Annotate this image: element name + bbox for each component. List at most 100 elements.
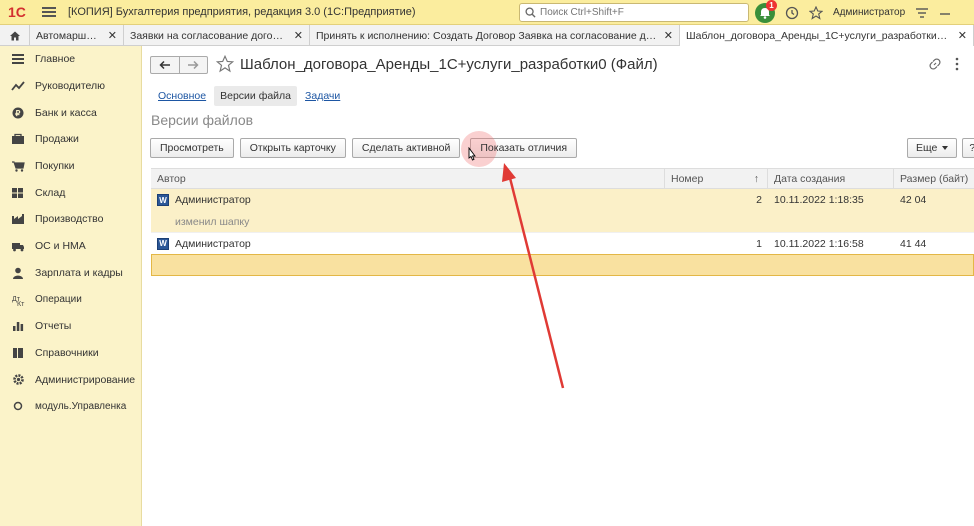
make-active-button[interactable]: Сделать активной — [351, 138, 461, 158]
tab-accept-for-execution[interactable]: Принять к исполнению: Создать Договор За… — [310, 25, 680, 46]
tab-tasks[interactable]: Задачи — [305, 90, 340, 102]
coin-icon: ₽ — [10, 106, 26, 120]
word-file-icon: W — [157, 237, 169, 250]
sidebar-item-catalogs[interactable]: Справочники — [0, 340, 141, 367]
tab-contract-requests[interactable]: Заявки на согласование договоров ✕ — [124, 25, 310, 46]
row-number: 1 — [756, 237, 762, 250]
show-diff-label: Показать отличия — [480, 142, 568, 154]
versions-table: Автор Номер ↑ Дата создания Размер (байт… — [151, 168, 974, 276]
document-form: Шаблон_договора_Аренды_1С+услуги_разрабо… — [142, 46, 974, 526]
table-row[interactable]: W Администратор 1 10.11.2022 1:16:58 41 4… — [151, 232, 974, 254]
sidebar-item-module-management[interactable]: модуль.Управленка — [0, 393, 141, 420]
sidebar-item-purchases[interactable]: Покупки — [0, 153, 141, 180]
vertical-dots-icon[interactable] — [954, 57, 960, 74]
sidebar-item-manager[interactable]: Руководителю — [0, 73, 141, 100]
more-label: Еще — [916, 142, 938, 154]
sort-ascending-icon: ↑ — [753, 172, 759, 185]
column-header-size[interactable]: Размер (байт) — [894, 169, 974, 188]
row-author: Администратор — [175, 237, 251, 250]
table-row-empty-selected[interactable] — [151, 254, 974, 276]
current-user[interactable]: Администратор — [833, 7, 905, 18]
sidebar-item-reports[interactable]: Отчеты — [0, 313, 141, 340]
open-card-button[interactable]: Открыть карточку — [239, 138, 346, 158]
basket-icon — [10, 159, 26, 173]
tab-automarshruty[interactable]: Автомаршруты✕ — [30, 25, 124, 46]
chevron-down-icon — [942, 146, 949, 150]
home-icon — [9, 31, 20, 40]
search-icon — [525, 7, 536, 18]
svg-text:1C: 1C — [8, 4, 26, 20]
versions-toolbar: Просмотреть Открыть карточку Сделать акт… — [150, 131, 583, 167]
bar-chart-icon — [10, 319, 26, 333]
main-menu-icon[interactable] — [42, 5, 56, 19]
svg-text:Кт: Кт — [17, 301, 25, 306]
sections-sidebar: Главное Руководителю ₽ Банк и касса Прод… — [0, 46, 142, 526]
column-header-number[interactable]: Номер ↑ — [665, 169, 768, 188]
home-tab[interactable] — [0, 25, 30, 46]
help-label: ? — [969, 142, 974, 154]
form-subtabs: Основное Версии файла Задачи — [158, 86, 348, 106]
sidebar-item-warehouse[interactable]: Склад — [0, 179, 141, 206]
show-diff-button[interactable]: Показать отличия — [461, 131, 578, 167]
menu-icon — [10, 52, 26, 66]
history-icon[interactable] — [785, 6, 799, 20]
help-button[interactable]: ? — [962, 138, 974, 158]
sidebar-item-operations[interactable]: Дт Кт Операции — [0, 286, 141, 313]
search-input[interactable] — [540, 7, 730, 18]
close-icon[interactable]: ✕ — [294, 29, 303, 42]
table-row[interactable]: W Администратор 2 10.11.2022 1:18:35 42 0… — [151, 189, 974, 211]
tab-file-versions[interactable]: Версии файла — [214, 86, 298, 106]
close-icon[interactable]: ✕ — [958, 29, 967, 42]
sidebar-item-main[interactable]: Главное — [0, 46, 141, 73]
more-button[interactable]: Еще — [907, 138, 958, 158]
row-size: 41 44 — [900, 237, 927, 250]
favorite-star-icon[interactable] — [215, 54, 235, 76]
close-icon[interactable]: ✕ — [664, 29, 673, 42]
1c-logo-icon[interactable]: 1C — [8, 3, 32, 21]
app-title: [КОПИЯ] Бухгалтерия предприятия, редакци… — [68, 6, 416, 18]
favorites-star-icon[interactable] — [809, 5, 823, 20]
row-author: Администратор — [175, 194, 251, 206]
trend-icon — [10, 79, 26, 93]
word-file-icon: W — [157, 194, 169, 206]
navigation-buttons — [150, 56, 208, 74]
view-button[interactable]: Просмотреть — [150, 138, 234, 158]
settings-menu-icon[interactable] — [915, 7, 929, 19]
row-size: 42 04 — [900, 194, 927, 206]
row-date: 10.11.2022 1:16:58 — [774, 237, 864, 250]
forward-button[interactable] — [180, 57, 208, 73]
arrow-left-icon — [159, 60, 170, 70]
column-header-author[interactable]: Автор — [151, 169, 665, 188]
sidebar-item-bank[interactable]: ₽ Банк и касса — [0, 99, 141, 126]
cart-icon — [10, 132, 26, 146]
row-date: 10.11.2022 1:18:35 — [774, 194, 864, 206]
sidebar-item-payroll[interactable]: Зарплата и кадры — [0, 260, 141, 287]
sidebar-item-production[interactable]: Производство — [0, 206, 141, 233]
notifications-icon[interactable]: 1 — [755, 0, 777, 23]
minimize-icon[interactable] — [939, 7, 951, 19]
column-header-number-label: Номер — [671, 172, 704, 185]
sidebar-item-sales[interactable]: Продажи — [0, 126, 141, 153]
gear-icon — [10, 373, 26, 387]
truck-icon — [10, 239, 26, 253]
tab-main[interactable]: Основное — [158, 90, 206, 102]
mouse-cursor-icon — [468, 147, 476, 161]
operations-icon: Дт Кт — [10, 293, 26, 307]
book-icon — [10, 346, 26, 360]
close-icon[interactable]: ✕ — [108, 29, 117, 42]
open-tabs-bar: Автомаршруты✕ Заявки на согласование дог… — [0, 25, 974, 46]
tab-template-file[interactable]: Шаблон_договора_Аренды_1С+услуги_разрабо… — [680, 25, 974, 46]
global-search[interactable] — [519, 3, 749, 22]
sidebar-item-fixed-assets[interactable]: ОС и НМА — [0, 233, 141, 260]
arrow-right-icon — [188, 60, 199, 70]
notification-badge: 1 — [766, 0, 777, 11]
factory-icon — [10, 212, 26, 226]
row-number: 2 — [756, 194, 762, 206]
back-button[interactable] — [151, 57, 180, 73]
link-icon[interactable] — [928, 57, 942, 74]
table-row-comment[interactable]: изменил шапку — [151, 211, 974, 232]
column-header-date[interactable]: Дата создания — [768, 169, 894, 188]
sidebar-item-administration[interactable]: Администрирование — [0, 366, 141, 393]
svg-text:₽: ₽ — [15, 109, 20, 118]
person-icon — [10, 266, 26, 280]
